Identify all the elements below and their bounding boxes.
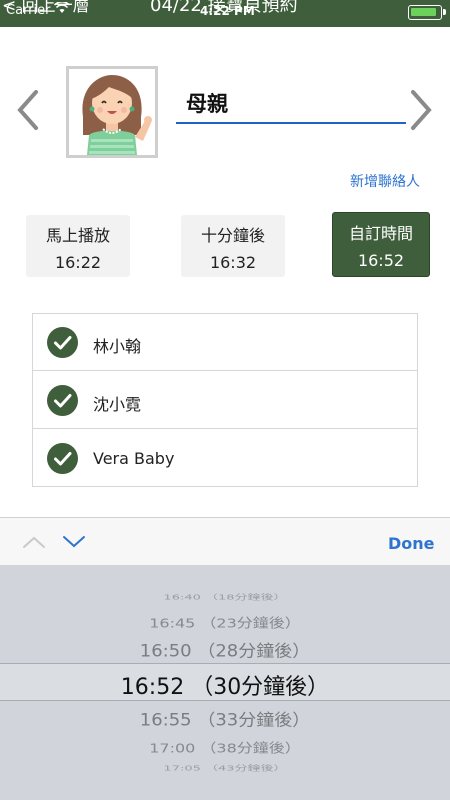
option-time: 16:32	[209, 253, 257, 272]
checkmark-icon[interactable]	[47, 385, 78, 416]
custom-time-button[interactable]: 自訂時間 16:52	[332, 212, 430, 277]
add-contact-link[interactable]: 新增聯絡人	[350, 171, 420, 191]
picker-option[interactable]: 16:55 （33分鐘後）	[0, 707, 450, 731]
name-underline	[176, 122, 406, 124]
recipient-name: 沈小霓	[93, 395, 142, 414]
recipient-list: 林小翰 沈小霓 Vera Baby	[32, 313, 418, 487]
picker-option[interactable]: 16:45 （23分鐘後）	[0, 612, 450, 631]
keyboard-toolbar: Done	[0, 517, 450, 565]
chevron-down-icon[interactable]	[62, 534, 86, 553]
recipient-name: 林小翰	[93, 337, 142, 356]
option-time: 16:52	[357, 251, 405, 270]
option-label: 自訂時間	[348, 224, 413, 243]
list-item[interactable]: 林小翰	[33, 314, 417, 371]
picker-option[interactable]: 16:40 （18分鐘後）	[0, 591, 450, 601]
picker-option[interactable]: 17:00 （38分鐘後）	[0, 737, 450, 756]
option-label: 馬上播放	[45, 226, 110, 245]
list-item[interactable]: 沈小霓	[33, 372, 417, 429]
chevron-up-icon[interactable]	[22, 534, 46, 553]
list-item[interactable]: Vera Baby	[33, 430, 417, 487]
chevron-right-icon[interactable]	[403, 82, 439, 138]
picker-option[interactable]: 16:50 （28分鐘後）	[0, 638, 450, 662]
recipient-name: Vera Baby	[93, 449, 175, 468]
chevron-left-icon[interactable]	[10, 82, 46, 138]
done-button[interactable]: Done	[388, 534, 435, 553]
carrier-label: Carrier	[6, 3, 51, 18]
contact-name: 母親	[186, 92, 228, 116]
wifi-icon	[53, 1, 71, 18]
navigation-bar: < 回上一層 Carrier 04/22 接寶貝預約 4:22 PM	[0, 0, 450, 27]
time-picker[interactable]: 16:40 （18分鐘後） 16:45 （23分鐘後） 16:50 （28分鐘後…	[0, 565, 450, 800]
play-now-button[interactable]: 馬上播放 16:22	[26, 215, 130, 277]
ten-minutes-later-button[interactable]: 十分鐘後 16:32	[181, 215, 285, 277]
avatar	[66, 66, 158, 158]
option-label: 十分鐘後	[200, 226, 265, 245]
checkmark-icon[interactable]	[47, 327, 78, 358]
option-time: 16:22	[54, 253, 102, 272]
picker-option[interactable]: 17:05 （43分鐘後）	[0, 762, 450, 772]
appointment-screen: < 回上一層 Carrier 04/22 接寶貝預約 4:22 PM 母親 新增…	[0, 0, 450, 800]
checkmark-icon[interactable]	[47, 443, 78, 474]
status-time: 4:22 PM	[200, 4, 255, 18]
picker-selected-option[interactable]: 16:52 （30分鐘後）	[0, 669, 450, 701]
battery-icon	[408, 5, 446, 20]
